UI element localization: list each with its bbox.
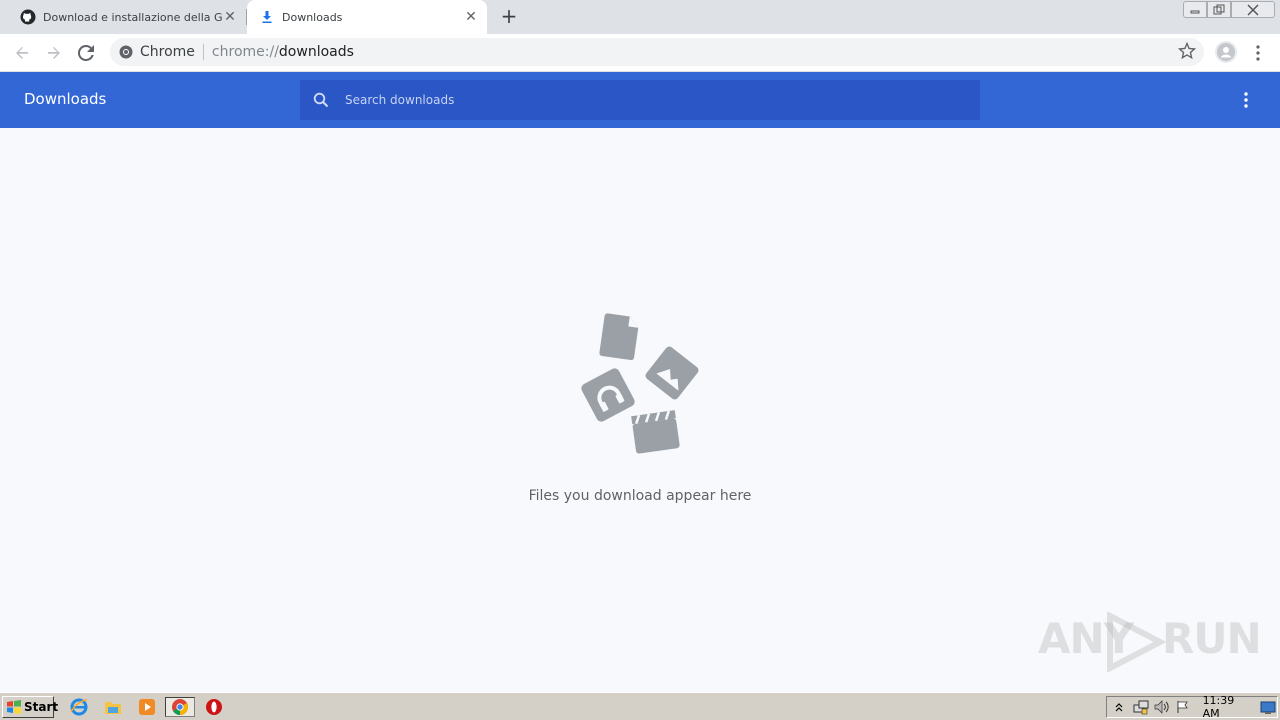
windows-flag-icon [6,700,22,714]
network-icon[interactable] [1131,699,1149,715]
empty-state-message: Files you download appear here [528,488,752,504]
github-icon [20,9,36,25]
url-scheme: chrome:// [211,44,279,60]
search-input[interactable] [345,93,945,107]
clock[interactable]: 11:39 AM [1203,694,1251,720]
empty-downloads-illustration [581,313,699,454]
tab-title: Download e installazione della Guida [43,10,222,24]
chip-divider [202,44,204,60]
back-button[interactable] [8,39,36,67]
address-bar[interactable]: Chrome chrome:// downloads [110,38,1204,66]
action-center-flag-icon[interactable] [1174,699,1192,715]
close-tab-icon[interactable]: ✕ [463,9,479,25]
play-logo-icon [1107,612,1166,672]
profile-avatar[interactable] [1215,41,1237,63]
system-tray: 11:39 AM [1106,694,1278,720]
download-icon [259,9,275,25]
volume-icon[interactable] [1153,699,1171,715]
minimize-button[interactable] [1183,1,1207,18]
forward-button[interactable] [40,39,68,67]
origin-chip: Chrome [140,44,195,60]
show-desktop-icon[interactable] [1259,699,1277,715]
document-icon [599,313,639,361]
tab-strip: Download e installazione della Guida ✕ D… [0,0,1280,34]
tab-title: Downloads [282,10,343,24]
search-box[interactable] [300,80,980,120]
reload-button[interactable] [72,39,100,67]
tab-downloads[interactable]: Downloads ✕ [247,0,487,34]
chrome-icon[interactable] [165,697,195,717]
downloads-more-button[interactable] [1236,88,1256,112]
explorer-icon[interactable] [102,697,124,717]
show-hidden-icons-icon[interactable] [1110,699,1128,715]
forward-arrow-icon [48,47,60,59]
video-icon [631,410,680,454]
back-arrow-icon [16,47,28,59]
media-player-icon[interactable] [136,697,158,717]
restore-button[interactable] [1207,1,1231,18]
opera-icon[interactable] [203,697,225,717]
start-label: Start [24,700,59,714]
vertical-dots-icon [1244,92,1248,108]
person-icon [1217,43,1235,61]
image-icon [645,346,699,400]
start-button[interactable]: Start [2,696,58,718]
chrome-site-icon [119,45,133,59]
browser-toolbar: Chrome chrome:// downloads [0,34,1280,72]
page-title: Downloads [24,90,107,108]
downloads-header: Downloads [0,72,1280,128]
search-icon [313,92,329,108]
url-host: downloads [278,44,354,60]
ie-icon[interactable] [68,697,90,717]
watermark-text-right: RUN [1162,614,1262,663]
close-window-button[interactable] [1231,1,1275,18]
bookmark-star-icon[interactable] [1177,41,1197,64]
vertical-dots-icon [1256,45,1260,61]
music-icon [581,368,635,422]
taskbar: Start 11:39 AM [0,692,1280,720]
tab-download-guide[interactable]: Download e installazione della Guida ✕ [8,0,246,34]
reload-icon [78,45,94,61]
chrome-menu-button[interactable] [1248,39,1268,67]
anyrun-watermark: ANY RUN [1038,612,1262,672]
new-tab-button[interactable]: + [498,6,520,28]
close-tab-icon[interactable]: ✕ [222,9,238,25]
